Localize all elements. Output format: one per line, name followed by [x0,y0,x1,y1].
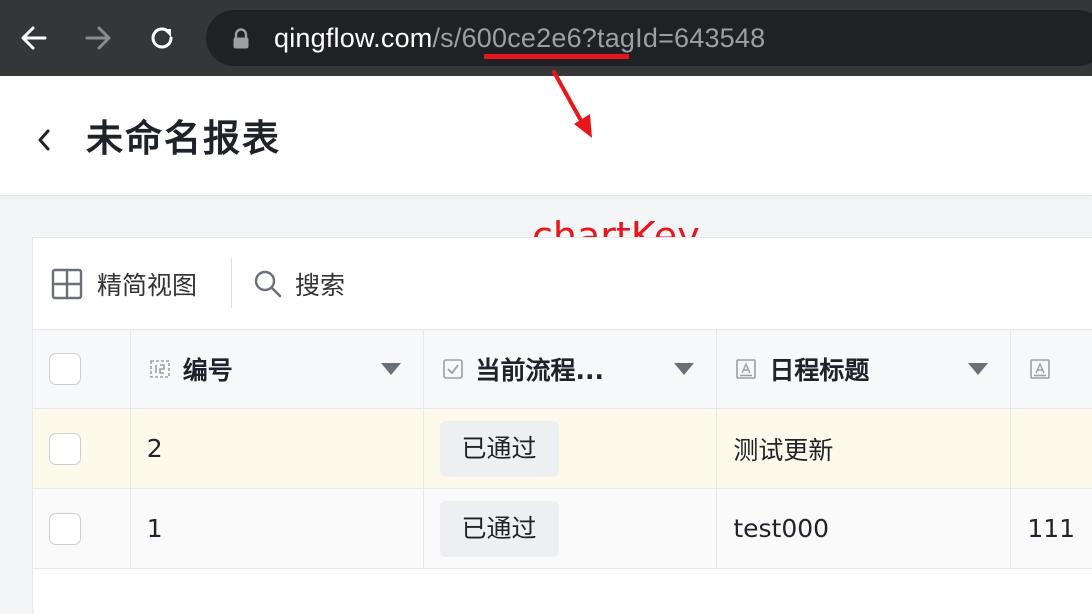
column-label: 日程标题 [769,356,870,385]
row-checkbox[interactable] [49,432,81,465]
search-button[interactable]: 搜索 [253,266,345,302]
row-select-cell [33,488,131,569]
url-text: qingflow.com/s/600ce2e6?tagId=643548 [274,21,765,55]
annotation-underline [484,54,629,59]
search-label: 搜索 [295,271,346,300]
browser-back-button[interactable] [14,18,54,58]
cell-more: 111 [1010,488,1092,569]
back-button[interactable] [30,126,58,154]
select-all-cell [33,329,131,409]
table-panel: 精简视图 搜索 编号 当前流程... 日程标题 2 已通过 测试更新 1 已通过… [32,237,1092,614]
text-field-icon [1029,358,1051,380]
arrow-left-icon [21,26,47,50]
row-select-cell [33,408,131,489]
compact-view-button[interactable]: 精简视图 [51,266,197,302]
status-badge: 已通过 [439,420,559,477]
cell-more [1010,408,1092,489]
cell-title: 测试更新 [716,408,1012,489]
toolbar-divider [231,258,232,308]
page-title: 未命名报表 [86,117,281,160]
table-header-row: 编号 当前流程... 日程标题 [33,329,1092,409]
cell-status: 已通过 [423,408,718,489]
column-label: 编号 [182,356,233,385]
browser-forward-button[interactable] [78,18,118,58]
caret-down-icon[interactable] [674,363,695,375]
cell-title: test000 [716,488,1012,569]
column-header-number[interactable]: 编号 [130,329,424,409]
url-host: qingflow.com [274,23,433,53]
browser-reload-button[interactable] [142,18,182,58]
search-icon [254,270,282,298]
cell-number: 2 [130,408,424,489]
grid-icon [51,268,83,300]
text-field-icon [735,358,757,380]
table-row[interactable]: 2 已通过 测试更新 [33,408,1092,489]
address-bar[interactable]: qingflow.com/s/600ce2e6?tagId=643548 [206,10,1092,66]
table-row[interactable]: 1 已通过 test000 111 [33,488,1092,569]
column-header-status[interactable]: 当前流程... [423,329,718,409]
reload-icon [151,27,173,49]
column-header-title[interactable]: 日程标题 [716,329,1012,409]
cell-status: 已通过 [423,488,718,569]
caret-down-icon[interactable] [968,363,989,375]
arrow-right-icon [85,26,111,50]
row-checkbox[interactable] [49,512,81,545]
url-path: /s/600ce2e6?tagId=643548 [432,23,766,53]
column-header-next[interactable] [1010,329,1092,409]
chevron-left-icon [38,129,50,151]
data-table: 编号 当前流程... 日程标题 2 已通过 测试更新 1 已通过 test000… [33,329,1092,569]
number-field-icon [149,358,171,380]
table-toolbar: 精简视图 搜索 [33,238,1092,330]
status-badge: 已通过 [439,500,559,557]
lock-icon [233,28,249,49]
compact-view-label: 精简视图 [97,271,198,300]
annotation-arrow-icon [552,70,592,138]
column-label: 当前流程... [475,356,605,385]
caret-down-icon[interactable] [380,363,401,375]
cell-number: 1 [130,488,424,569]
checkbox-field-icon [442,358,464,380]
select-all-checkbox[interactable] [49,353,81,385]
